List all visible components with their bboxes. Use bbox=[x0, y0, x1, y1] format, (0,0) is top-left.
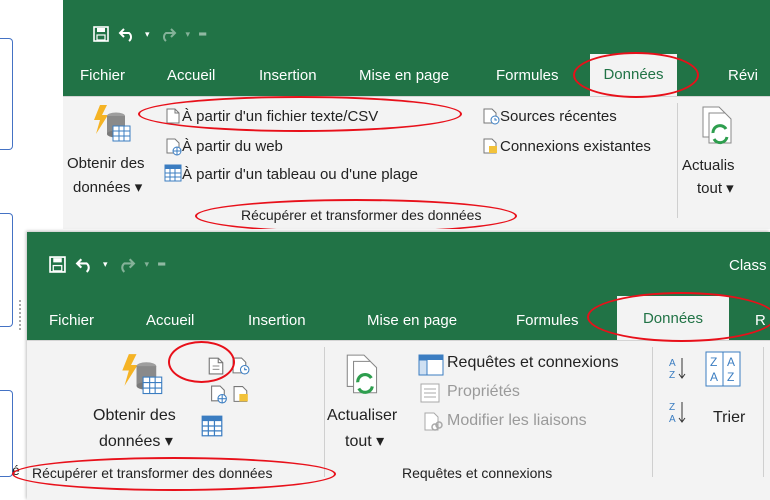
get-data-button-line2[interactable]: données ▾ bbox=[99, 431, 173, 451]
from-text-csv-button[interactable]: À partir d'un fichier texte/CSV bbox=[182, 108, 378, 125]
redo-dropdown-icon[interactable]: ▾ bbox=[186, 29, 191, 40]
existing-connections-button[interactable]: Connexions existantes bbox=[500, 138, 651, 155]
tab-donnees[interactable]: Données bbox=[590, 54, 677, 96]
group-label-get-transform: Récupérer et transformer des données bbox=[32, 465, 273, 481]
properties-icon bbox=[420, 383, 440, 408]
tab-donnees[interactable]: Données bbox=[617, 296, 729, 340]
recent-sources-button[interactable]: Sources récentes bbox=[500, 108, 617, 125]
tab-accueil[interactable]: Accueil bbox=[167, 67, 215, 84]
sort-button[interactable]: Trier bbox=[713, 409, 745, 427]
customize-qat-icon[interactable]: ═ bbox=[158, 259, 165, 270]
save-icon[interactable] bbox=[49, 256, 66, 273]
existing-connections-icon bbox=[483, 138, 500, 160]
tab-mise-en-page[interactable]: Mise en page bbox=[367, 312, 457, 329]
window-title: Class bbox=[729, 257, 767, 274]
svg-text:Z: Z bbox=[669, 370, 675, 381]
tab-insertion[interactable]: Insertion bbox=[248, 312, 306, 329]
web-file-icon bbox=[166, 138, 182, 161]
svg-text:A: A bbox=[669, 414, 676, 425]
group-separator bbox=[652, 347, 653, 477]
ribbon-body: Obtenir des données ▾ Actualiser tout ▾ … bbox=[27, 340, 770, 500]
table-range-icon bbox=[164, 164, 182, 187]
tab-fichier[interactable]: Fichier bbox=[80, 67, 125, 84]
tab-formules[interactable]: Formules bbox=[496, 67, 559, 84]
edit-links-icon bbox=[423, 412, 443, 437]
quick-access-toolbar: ▾ ▾ ═ bbox=[93, 26, 215, 42]
title-bar: ▾ ▾ ═ Class Fichier Accueil Insertion Mi… bbox=[27, 232, 770, 340]
group-separator bbox=[763, 347, 764, 477]
properties-button[interactable]: Propriétés bbox=[447, 383, 520, 401]
ribbon-body: Obtenir des données ▾ À partir d'un fich… bbox=[63, 96, 770, 229]
redo-icon[interactable] bbox=[117, 256, 136, 273]
table-range-icon[interactable] bbox=[201, 415, 223, 442]
queries-connections-button[interactable]: Requêtes et connexions bbox=[447, 354, 619, 372]
refresh-all-icon[interactable] bbox=[699, 105, 739, 154]
undo-dropdown-icon[interactable]: ▾ bbox=[145, 29, 150, 40]
group-label-queries-connections: Requêtes et connexions bbox=[402, 465, 553, 481]
from-table-range-button[interactable]: À partir d'un tableau ou d'une plage bbox=[182, 166, 418, 183]
save-icon[interactable] bbox=[93, 26, 109, 42]
tab-revision[interactable]: Révi bbox=[728, 67, 758, 84]
tab-revision[interactable]: R bbox=[755, 312, 766, 329]
refresh-all-line1[interactable]: Actualis bbox=[682, 157, 735, 174]
quick-access-toolbar: ▾ ▾ ═ bbox=[49, 256, 174, 273]
refresh-all-line1[interactable]: Actualiser bbox=[327, 407, 397, 425]
svg-text:A: A bbox=[669, 358, 676, 369]
get-data-button-line1[interactable]: Obtenir des bbox=[93, 407, 176, 425]
tab-formules[interactable]: Formules bbox=[516, 312, 579, 329]
tab-insertion[interactable]: Insertion bbox=[259, 67, 317, 84]
redo-icon[interactable] bbox=[159, 26, 177, 42]
edge-text-fragment: é bbox=[12, 462, 20, 478]
undo-dropdown-icon[interactable]: ▾ bbox=[103, 259, 108, 270]
existing-connections-icon[interactable] bbox=[233, 385, 251, 409]
svg-text:Z: Z bbox=[669, 402, 675, 413]
excel-ribbon-screenshot-2: ▾ ▾ ═ Class Fichier Accueil Insertion Mi… bbox=[27, 232, 770, 500]
get-data-button-line1[interactable]: Obtenir des bbox=[67, 155, 145, 172]
get-data-icon[interactable] bbox=[119, 353, 165, 404]
redo-dropdown-icon[interactable]: ▾ bbox=[145, 259, 150, 270]
recent-sources-icon[interactable] bbox=[232, 357, 250, 380]
svg-text:A: A bbox=[710, 370, 718, 384]
left-box-1 bbox=[0, 38, 13, 150]
tab-fichier[interactable]: Fichier bbox=[49, 312, 94, 329]
sort-za-icon[interactable]: ZA bbox=[668, 399, 686, 430]
sort-az-icon[interactable]: AZ bbox=[668, 355, 686, 386]
left-box-2 bbox=[0, 213, 13, 327]
edit-links-button[interactable]: Modifier les liaisons bbox=[447, 412, 587, 430]
title-bar: ▾ ▾ ═ Fichier Accueil Insertion Mise en … bbox=[63, 0, 770, 96]
undo-icon[interactable] bbox=[118, 26, 136, 42]
undo-icon[interactable] bbox=[75, 256, 94, 273]
refresh-all-icon[interactable] bbox=[343, 353, 385, 404]
excel-ribbon-screenshot-1: ▾ ▾ ═ Fichier Accueil Insertion Mise en … bbox=[63, 0, 770, 229]
svg-text:Z: Z bbox=[727, 370, 734, 384]
group-separator bbox=[324, 347, 325, 477]
svg-text:A: A bbox=[727, 355, 735, 369]
refresh-all-line2[interactable]: tout ▾ bbox=[697, 179, 734, 197]
get-data-button-line2[interactable]: données ▾ bbox=[73, 178, 142, 196]
tab-mise-en-page[interactable]: Mise en page bbox=[359, 67, 449, 84]
queries-connections-icon bbox=[418, 354, 444, 381]
customize-qat-icon[interactable]: ═ bbox=[199, 29, 206, 40]
refresh-all-line2[interactable]: tout ▾ bbox=[345, 431, 384, 451]
text-csv-icon[interactable] bbox=[208, 357, 224, 380]
group-separator bbox=[677, 103, 678, 218]
from-web-icon[interactable] bbox=[210, 385, 228, 409]
recent-sources-icon bbox=[483, 108, 500, 130]
get-data-icon[interactable] bbox=[91, 104, 133, 151]
tab-accueil[interactable]: Accueil bbox=[146, 312, 194, 329]
group-label-get-transform: Récupérer et transformer des données bbox=[241, 207, 482, 223]
left-dotted-edge bbox=[19, 300, 23, 330]
svg-text:Z: Z bbox=[710, 355, 717, 369]
text-file-icon bbox=[166, 108, 180, 129]
from-web-button[interactable]: À partir du web bbox=[182, 138, 283, 155]
sort-icon[interactable]: ZAAZ bbox=[705, 351, 741, 392]
